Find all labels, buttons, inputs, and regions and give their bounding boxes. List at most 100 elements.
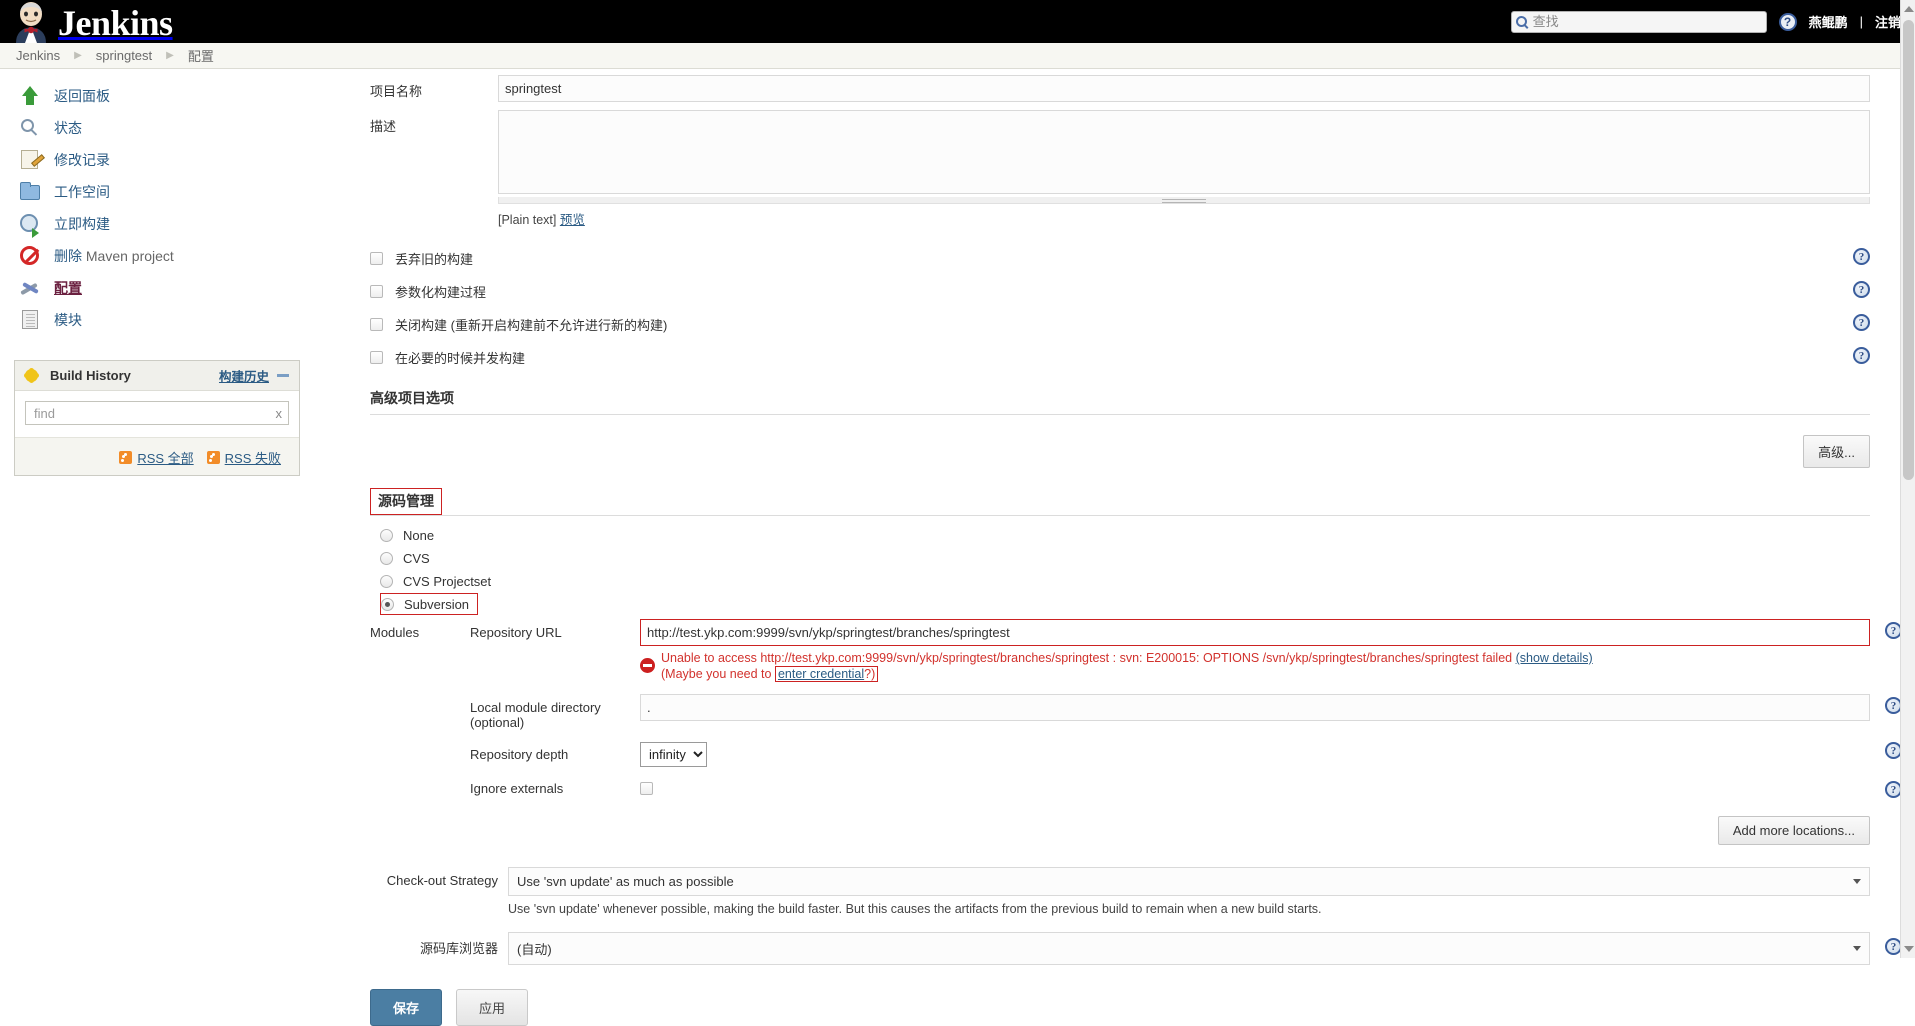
page-scrollbar[interactable]: [1900, 0, 1915, 958]
help-icon[interactable]: ?: [1853, 347, 1870, 364]
build-options-group: 丢弃旧的构建 ? 参数化构建过程 ? 关闭构建 (重新开启构建前不允许进行新的构…: [370, 242, 1870, 374]
add-more-locations-button[interactable]: Add more locations...: [1717, 816, 1870, 845]
repository-depth-label: Repository depth: [470, 747, 569, 762]
rss-links-row: RSS 全部 RSS 失败: [15, 437, 299, 475]
user-name-link[interactable]: 燕鲲鹏: [1809, 12, 1848, 31]
save-button[interactable]: 保存: [370, 989, 443, 1026]
checkbox-parameterized-build[interactable]: [370, 285, 383, 298]
project-name-input[interactable]: [498, 75, 1870, 102]
scm-option-none[interactable]: None: [370, 524, 1870, 547]
repo-browser-control: (自动): [508, 932, 1870, 965]
scm-option-subversion[interactable]: Subversion: [380, 593, 479, 615]
description-textarea[interactable]: [498, 110, 1870, 194]
add-locations-row: Add more locations...: [470, 816, 1870, 845]
sidebar-item-label: 状态: [54, 120, 82, 136]
build-history-title: Build History: [50, 368, 131, 383]
repo-browser-row: 源码库浏览器 (自动) ?: [370, 932, 1902, 965]
header-right-group: ? 燕鲲鹏 | 注销: [1510, 0, 1901, 43]
header-help-icon[interactable]: ?: [1778, 12, 1797, 31]
radio-cvs[interactable]: [380, 552, 393, 565]
sidebar-item-back-to-dashboard[interactable]: 返回面板: [10, 80, 300, 112]
help-icon[interactable]: ?: [1853, 248, 1870, 265]
sidebar-item-label: 返回面板: [54, 88, 110, 104]
build-history-trend-link[interactable]: 构建历史: [219, 366, 269, 385]
advanced-button[interactable]: 高级...: [1803, 435, 1870, 468]
error-credential-suffix: ?): [864, 667, 876, 681]
search-icon: [18, 116, 44, 140]
logout-link[interactable]: 注销: [1875, 12, 1901, 31]
build-history-body: x: [15, 391, 299, 437]
radio-none[interactable]: [380, 529, 393, 542]
sidebar-item-configure[interactable]: 配置: [10, 272, 300, 304]
breadcrumb-item-springtest[interactable]: springtest: [96, 48, 152, 63]
sidebar-item-label: 删除: [54, 248, 82, 264]
repository-depth-row: Repository depth infinity ?: [470, 742, 1902, 767]
build-history-find-input[interactable]: [32, 404, 276, 422]
repository-url-input[interactable]: [640, 619, 1870, 646]
scm-option-cvs[interactable]: CVS: [370, 547, 1870, 570]
jenkins-butler-icon: [10, 1, 54, 43]
checkout-strategy-select[interactable]: Use 'svn update' as much as possible: [508, 867, 1870, 896]
radio-label: Subversion: [404, 596, 470, 612]
breadcrumb-item-config[interactable]: 配置: [188, 46, 214, 65]
description-row: 描述 [Plain text] 预览: [370, 110, 1870, 228]
subversion-config-block: Modules Repository URL ? Unable to acces…: [370, 619, 1902, 845]
scroll-down-arrow-icon[interactable]: [1904, 946, 1914, 952]
local-module-input[interactable]: [640, 694, 1870, 721]
plain-text-label: [Plain text]: [498, 213, 557, 227]
radio-cvs-projectset[interactable]: [380, 575, 393, 588]
folder-icon: [18, 180, 44, 204]
sidebar-item-changes[interactable]: 修改记录: [10, 144, 300, 176]
breadcrumb: Jenkins ▶ springtest ▶ 配置: [0, 43, 1915, 69]
scrollbar-thumb[interactable]: [1903, 20, 1914, 480]
rss-all-link[interactable]: RSS 全部: [137, 448, 193, 467]
scm-option-cvs-projectset[interactable]: CVS Projectset: [370, 570, 1870, 593]
description-format-note: [Plain text] 预览: [498, 209, 1870, 228]
checkbox-discard-old-builds[interactable]: [370, 252, 383, 265]
show-details-link[interactable]: (show details): [1516, 651, 1593, 665]
help-icon[interactable]: ?: [1853, 281, 1870, 298]
apply-button[interactable]: 应用: [456, 989, 529, 1026]
jenkins-logo-link[interactable]: Jenkins: [0, 0, 173, 43]
sidebar-item-delete-project[interactable]: 删除 Maven project: [10, 240, 300, 272]
preview-link[interactable]: 预览: [560, 213, 585, 227]
radio-subversion[interactable]: [381, 597, 394, 611]
repository-depth-select[interactable]: infinity: [640, 742, 707, 767]
checkbox-row-parameterized-build[interactable]: 参数化构建过程 ?: [370, 275, 1870, 308]
checkbox-row-disable-build[interactable]: 关闭构建 (重新开启构建前不允许进行新的构建) ?: [370, 308, 1870, 341]
rss-icon: [119, 451, 133, 464]
sidebar-item-status[interactable]: 状态: [10, 112, 300, 144]
checkbox-concurrent-builds[interactable]: [370, 351, 383, 364]
sidebar-item-workspace[interactable]: 工作空间: [10, 176, 300, 208]
sidebar-item-build-now[interactable]: 立即构建: [10, 208, 300, 240]
collapse-icon[interactable]: [277, 374, 289, 377]
top-header-bar: Jenkins ? 燕鲲鹏 | 注销: [0, 0, 1915, 43]
modules-label: Modules: [370, 625, 420, 640]
checkout-strategy-row: Check-out Strategy Use 'svn update' as m…: [370, 867, 1870, 916]
checkbox-row-discard-old-builds[interactable]: 丢弃旧的构建 ?: [370, 242, 1870, 275]
breadcrumb-item-jenkins[interactable]: Jenkins: [16, 48, 60, 63]
enter-credential-link[interactable]: enter credential: [778, 667, 864, 681]
search-input[interactable]: [1530, 13, 1762, 30]
error-text: Unable to access http://test.ykp.com:999…: [661, 651, 1513, 665]
checkbox-disable-build[interactable]: [370, 318, 383, 331]
sidebar-item-modules[interactable]: 模块: [10, 304, 300, 336]
global-search-box[interactable]: [1510, 10, 1767, 33]
radio-label: CVS Projectset: [403, 574, 492, 589]
checkbox-ignore-externals[interactable]: [640, 782, 653, 795]
rss-failed-link[interactable]: RSS 失败: [225, 448, 281, 467]
checkout-strategy-hint: Use 'svn update' whenever possible, maki…: [508, 902, 1322, 916]
repo-browser-value: (自动): [517, 942, 552, 957]
help-icon[interactable]: ?: [1853, 314, 1870, 331]
scroll-up-arrow-icon[interactable]: [1904, 6, 1914, 12]
textarea-resize-handle[interactable]: [498, 197, 1870, 204]
clear-icon[interactable]: x: [276, 406, 283, 421]
repo-browser-select[interactable]: (自动): [508, 932, 1870, 965]
chevron-right-icon: ▶: [166, 50, 174, 61]
header-separator: |: [1859, 14, 1863, 29]
build-history-find-box[interactable]: x: [25, 401, 289, 425]
checkbox-row-concurrent-builds[interactable]: 在必要的时候并发构建 ?: [370, 341, 1870, 374]
up-arrow-icon: [18, 84, 44, 108]
checkout-strategy-control: Use 'svn update' as much as possible Use…: [508, 867, 1870, 916]
enter-credential-box[interactable]: enter credential?): [774, 666, 879, 682]
